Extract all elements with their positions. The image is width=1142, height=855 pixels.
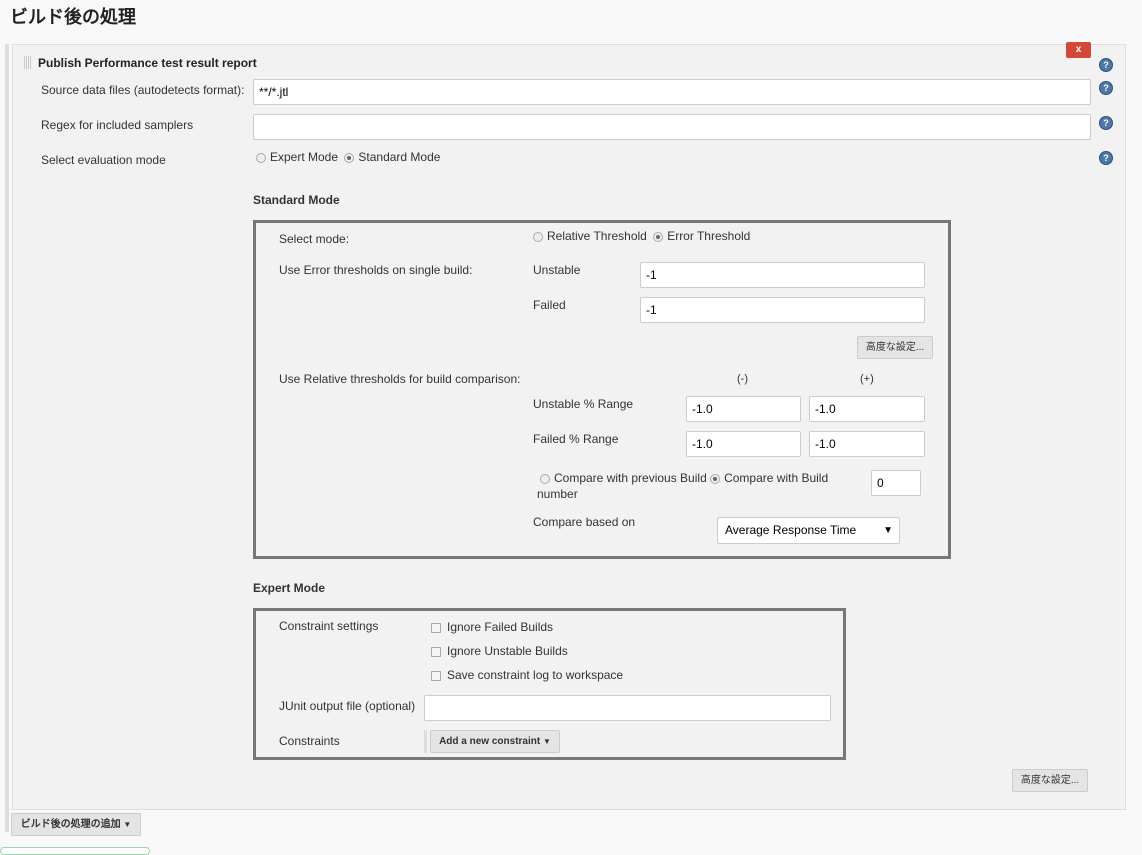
radio-error[interactable] bbox=[653, 231, 664, 242]
failed-minus-input[interactable]: -1.0 bbox=[686, 431, 801, 457]
button-label: ビルド後の処理の追加 bbox=[20, 819, 121, 830]
build-number-input[interactable]: 0 bbox=[871, 470, 921, 496]
radio-label: Expert Mode bbox=[270, 150, 339, 164]
unstable-input[interactable]: -1 bbox=[640, 262, 925, 288]
failed-plus-input[interactable]: -1.0 bbox=[809, 431, 925, 457]
help-icon[interactable]: ? bbox=[1099, 116, 1113, 130]
radio-relative[interactable] bbox=[533, 231, 543, 242]
checkbox-label: Save constraint log to workspace bbox=[447, 668, 624, 682]
divider bbox=[424, 730, 427, 753]
select-value: Average Response Time bbox=[725, 523, 857, 537]
radio-label-cont: number bbox=[537, 487, 578, 501]
checkbox[interactable] bbox=[431, 670, 441, 681]
radio-label: Standard Mode bbox=[358, 150, 441, 164]
radio-label: Compare with Build bbox=[724, 471, 829, 485]
eval-label: Select evaluation mode bbox=[41, 153, 166, 167]
advanced-button[interactable]: 高度な設定... bbox=[857, 336, 933, 359]
minus-header: (-) bbox=[737, 373, 748, 385]
regex-label: Regex for included samplers bbox=[41, 118, 194, 132]
radio-expert[interactable] bbox=[256, 152, 266, 163]
unstable-label: Unstable bbox=[533, 263, 581, 277]
section-bar bbox=[5, 44, 9, 810]
mode-radio-group: Relative Threshold Error Threshold bbox=[533, 229, 750, 243]
checkbox[interactable] bbox=[431, 646, 441, 657]
checkbox[interactable] bbox=[431, 622, 441, 633]
source-input[interactable]: **/*.jtl bbox=[253, 79, 1091, 105]
drag-handle[interactable] bbox=[24, 56, 32, 69]
add-constraint-button[interactable]: Add a new constraint ▼ bbox=[430, 730, 560, 753]
checkbox-row[interactable]: Save constraint log to workspace bbox=[431, 668, 623, 682]
select-mode-label: Select mode: bbox=[279, 232, 350, 246]
standard-heading: Standard Mode bbox=[253, 193, 340, 207]
failed-label: Failed bbox=[533, 298, 566, 312]
section-bar bbox=[5, 810, 9, 832]
page-title: ビルド後の処理 bbox=[10, 7, 136, 27]
unstable-plus-input[interactable]: -1.0 bbox=[809, 396, 925, 422]
radio-compare-build[interactable] bbox=[710, 473, 721, 484]
radio-label: Compare with previous Build bbox=[554, 471, 707, 485]
checkbox-label: Ignore Unstable Builds bbox=[447, 644, 568, 658]
section-title: Publish Performance test result report bbox=[38, 56, 257, 70]
failed-input[interactable]: -1 bbox=[640, 297, 925, 323]
add-post-build-button[interactable]: ビルド後の処理の追加 ▼ bbox=[11, 813, 141, 836]
unstable-range-label: Unstable % Range bbox=[533, 397, 634, 411]
plus-header: (+) bbox=[860, 373, 874, 385]
unstable-minus-input[interactable]: -1.0 bbox=[686, 396, 801, 422]
partial-button[interactable] bbox=[0, 847, 150, 855]
help-icon[interactable]: ? bbox=[1099, 58, 1113, 72]
radio-compare-previous[interactable] bbox=[540, 473, 550, 484]
failed-range-label: Failed % Range bbox=[533, 432, 619, 446]
help-icon[interactable]: ? bbox=[1099, 151, 1113, 165]
junit-input[interactable] bbox=[424, 695, 831, 721]
delete-button[interactable]: x bbox=[1066, 42, 1091, 58]
source-label: Source data files (autodetects format): bbox=[41, 83, 245, 97]
expert-heading: Expert Mode bbox=[253, 581, 326, 595]
checkbox-row[interactable]: Ignore Unstable Builds bbox=[431, 644, 568, 658]
error-label: Use Error thresholds on single build: bbox=[279, 263, 473, 277]
regex-input[interactable] bbox=[253, 114, 1091, 140]
radio-standard[interactable] bbox=[344, 152, 355, 163]
compare-based-select[interactable]: Average Response Time ▼ bbox=[717, 517, 900, 544]
caret-down-icon: ▼ bbox=[542, 737, 551, 746]
constraints-label: Constraints bbox=[279, 734, 340, 748]
relative-label: Use Relative thresholds for build compar… bbox=[279, 372, 521, 386]
eval-radio-group: Expert Mode Standard Mode bbox=[256, 150, 440, 164]
caret-down-icon: ▼ bbox=[123, 820, 132, 829]
checkbox-label: Ignore Failed Builds bbox=[447, 620, 554, 634]
checkbox-row[interactable]: Ignore Failed Builds bbox=[431, 620, 553, 634]
compare-radio-group: Compare with previous Build Compare with… bbox=[540, 471, 828, 485]
button-label: Add a new constraint bbox=[439, 736, 541, 747]
constraint-settings-label: Constraint settings bbox=[279, 619, 379, 633]
help-icon[interactable]: ? bbox=[1099, 81, 1113, 95]
advanced-button[interactable]: 高度な設定... bbox=[1012, 769, 1088, 792]
radio-label: Relative Threshold bbox=[547, 229, 647, 243]
radio-label: Error Threshold bbox=[667, 229, 751, 243]
compare-based-label: Compare based on bbox=[533, 515, 636, 529]
junit-label: JUnit output file (optional) bbox=[279, 699, 416, 713]
dropdown-arrow-icon: ▼ bbox=[883, 525, 893, 536]
